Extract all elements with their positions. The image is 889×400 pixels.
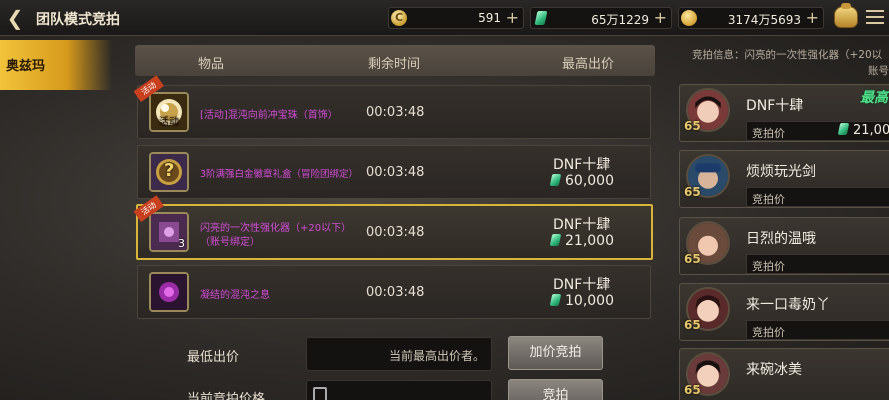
top-bar: ❮ 团队模式竞拍 591 + 65万1229 + 3174万5693 + [0, 0, 889, 36]
item-thumbnail [149, 272, 189, 312]
green-gem-icon [533, 10, 549, 26]
player-bid-field: 竞拍价 [746, 254, 889, 274]
player-bid-label: 竞拍价 [752, 127, 785, 140]
currency-gem-value: 65万1229 [591, 13, 649, 27]
table-header: 物品 剩余时间 最高出价 [135, 45, 655, 76]
time-left: 00:03:48 [366, 225, 425, 240]
coin-pouch-icon[interactable] [834, 3, 858, 28]
time-left: 00:03:48 [366, 165, 425, 180]
question-mark-label: ? [164, 160, 175, 181]
bidder-card-5[interactable]: 65 来碗冰美 [679, 348, 889, 400]
item-name: 闪亮的一次性强化器（+20以下） [200, 223, 352, 234]
current-bid-label: 当前竞拍价格 [187, 392, 266, 400]
currency-gold: 3174万5693 + [678, 7, 824, 29]
item-thumbnail: ? [149, 152, 189, 192]
top-bid-price: 60,000 [549, 173, 614, 189]
green-gem-icon [549, 294, 562, 306]
chaos-breath-icon [151, 274, 187, 310]
time-left: 00:03:48 [366, 105, 425, 120]
top-bidder-name: DNF十肆 [553, 217, 611, 233]
auction-row-3-selected[interactable]: 活动 3 闪亮的一次性强化器（+20以下） （账号绑定） 00:03:48 DN… [133, 195, 653, 260]
top-bid-price-value: 60,000 [565, 173, 614, 189]
back-arrow-icon[interactable]: ❮ [4, 6, 26, 30]
item-count: 3 [178, 237, 185, 250]
item-thumbnail: 活动 [149, 92, 189, 132]
top-bid-price: 21,000 [549, 233, 614, 249]
min-bid-value: 当前最高出价者。 [388, 349, 485, 363]
green-gem-icon [549, 174, 562, 186]
auction-row-1[interactable]: 活动 活动 [活动]混沌向前冲宝珠（首饰） 00:03:48 [133, 75, 651, 139]
add-gem-button[interactable]: + [654, 8, 667, 27]
player-bid-label: 竞拍价 [752, 326, 785, 339]
highest-bid-tag: 最高 [860, 90, 888, 106]
top-bidder-name: DNF十肆 [553, 277, 611, 293]
player-bid-field: 竞拍价 21,00 [746, 121, 889, 141]
bidder-card-4[interactable]: 65 来一口毒奶丫 竞拍价 [679, 283, 889, 341]
top-bid-price: 10,000 [549, 293, 614, 309]
menu-icon[interactable] [866, 10, 884, 24]
player-bid-value: 21,00 [853, 123, 889, 138]
bidder-card-2[interactable]: 65 烦烦玩光剑 竞拍价 [679, 150, 889, 208]
item-thumbnail: 3 [149, 212, 189, 252]
currency-gold-value: 3174万5693 [727, 13, 801, 27]
item-name: 凝结的混沌之息 [200, 290, 270, 301]
bid-button[interactable]: 竞拍 [508, 379, 603, 400]
currency-gem: 65万1229 + [530, 7, 672, 29]
player-bid-price: 21,00 [837, 123, 889, 138]
green-gem-icon [837, 123, 850, 135]
gold-coin-icon [681, 10, 697, 26]
player-level: 65 [684, 252, 701, 266]
add-c-coin-button[interactable]: + [506, 8, 519, 27]
player-level: 65 [684, 185, 701, 199]
player-level: 65 [684, 383, 701, 397]
player-name: 烦烦玩光剑 [746, 164, 816, 180]
player-name: 日烈的温哦 [746, 231, 816, 247]
auction-info-line1: 竞拍信息：闪亮的一次性强化器（+20以 [692, 49, 883, 61]
player-level: 65 [684, 318, 701, 332]
player-bid-field: 竞拍价 [746, 187, 889, 207]
min-bid-field: 当前最高出价者。 [306, 337, 492, 371]
currency-c-coin-value: 591 [478, 11, 501, 25]
bidder-card-1[interactable]: 65 DNF十肆 竞拍价 21,00 [679, 84, 889, 142]
auction-info: 竞拍信息：闪亮的一次性强化器（+20以 账号 [692, 47, 889, 79]
min-bid-label: 最低出价 [187, 350, 240, 365]
column-item: 物品 [198, 57, 225, 72]
player-bid-label: 竞拍价 [752, 193, 785, 206]
player-level: 65 [684, 119, 701, 133]
auction-row-2[interactable]: ? 3阶满强白金徽章礼盒（冒险团绑定） 00:03:48 DNF十肆 60,00… [137, 145, 651, 199]
bidder-card-3[interactable]: 65 日烈的温哦 竞拍价 [679, 217, 889, 275]
player-name: 来一口毒奶丫 [746, 297, 830, 313]
top-bidder-name: DNF十肆 [553, 157, 611, 173]
player-name: DNF十肆 [746, 98, 804, 114]
item-name: 3阶满强白金徽章礼盒（冒险团绑定） [200, 169, 359, 180]
auction-info-line2: 账号 [868, 65, 889, 77]
currency-c-coin: 591 + [388, 7, 524, 29]
page-title: 团队模式竞拍 [36, 12, 120, 28]
auction-row-4[interactable]: 凝结的混沌之息 00:03:48 DNF十肆 10,000 [137, 265, 651, 319]
green-gem-icon [549, 234, 562, 246]
current-bid-input[interactable] [306, 380, 492, 400]
tab-ozma-label: 奥兹玛 [6, 59, 46, 74]
thumb-event-label: 活动 [159, 117, 179, 128]
player-bid-label: 竞拍价 [752, 260, 785, 273]
gold-c-coin-icon [391, 10, 407, 26]
top-bid-price-value: 10,000 [565, 293, 614, 309]
raise-bid-button[interactable]: 加价竞拍 [508, 336, 603, 370]
column-highest-bid: 最高出价 [562, 57, 615, 72]
tab-ozma[interactable]: 奥兹玛 [0, 40, 112, 90]
item-name-line2: （账号绑定） [200, 237, 260, 248]
player-name: 来碗冰美 [746, 362, 802, 378]
top-bid-price-value: 21,000 [565, 233, 614, 249]
time-left: 00:03:48 [366, 285, 425, 300]
add-gold-button[interactable]: + [806, 8, 819, 27]
item-name: [活动]混沌向前冲宝珠（首饰） [200, 110, 338, 121]
player-bid-field: 竞拍价 [746, 320, 889, 340]
calculator-icon[interactable] [313, 387, 327, 400]
column-time-left: 剩余时间 [368, 57, 421, 72]
